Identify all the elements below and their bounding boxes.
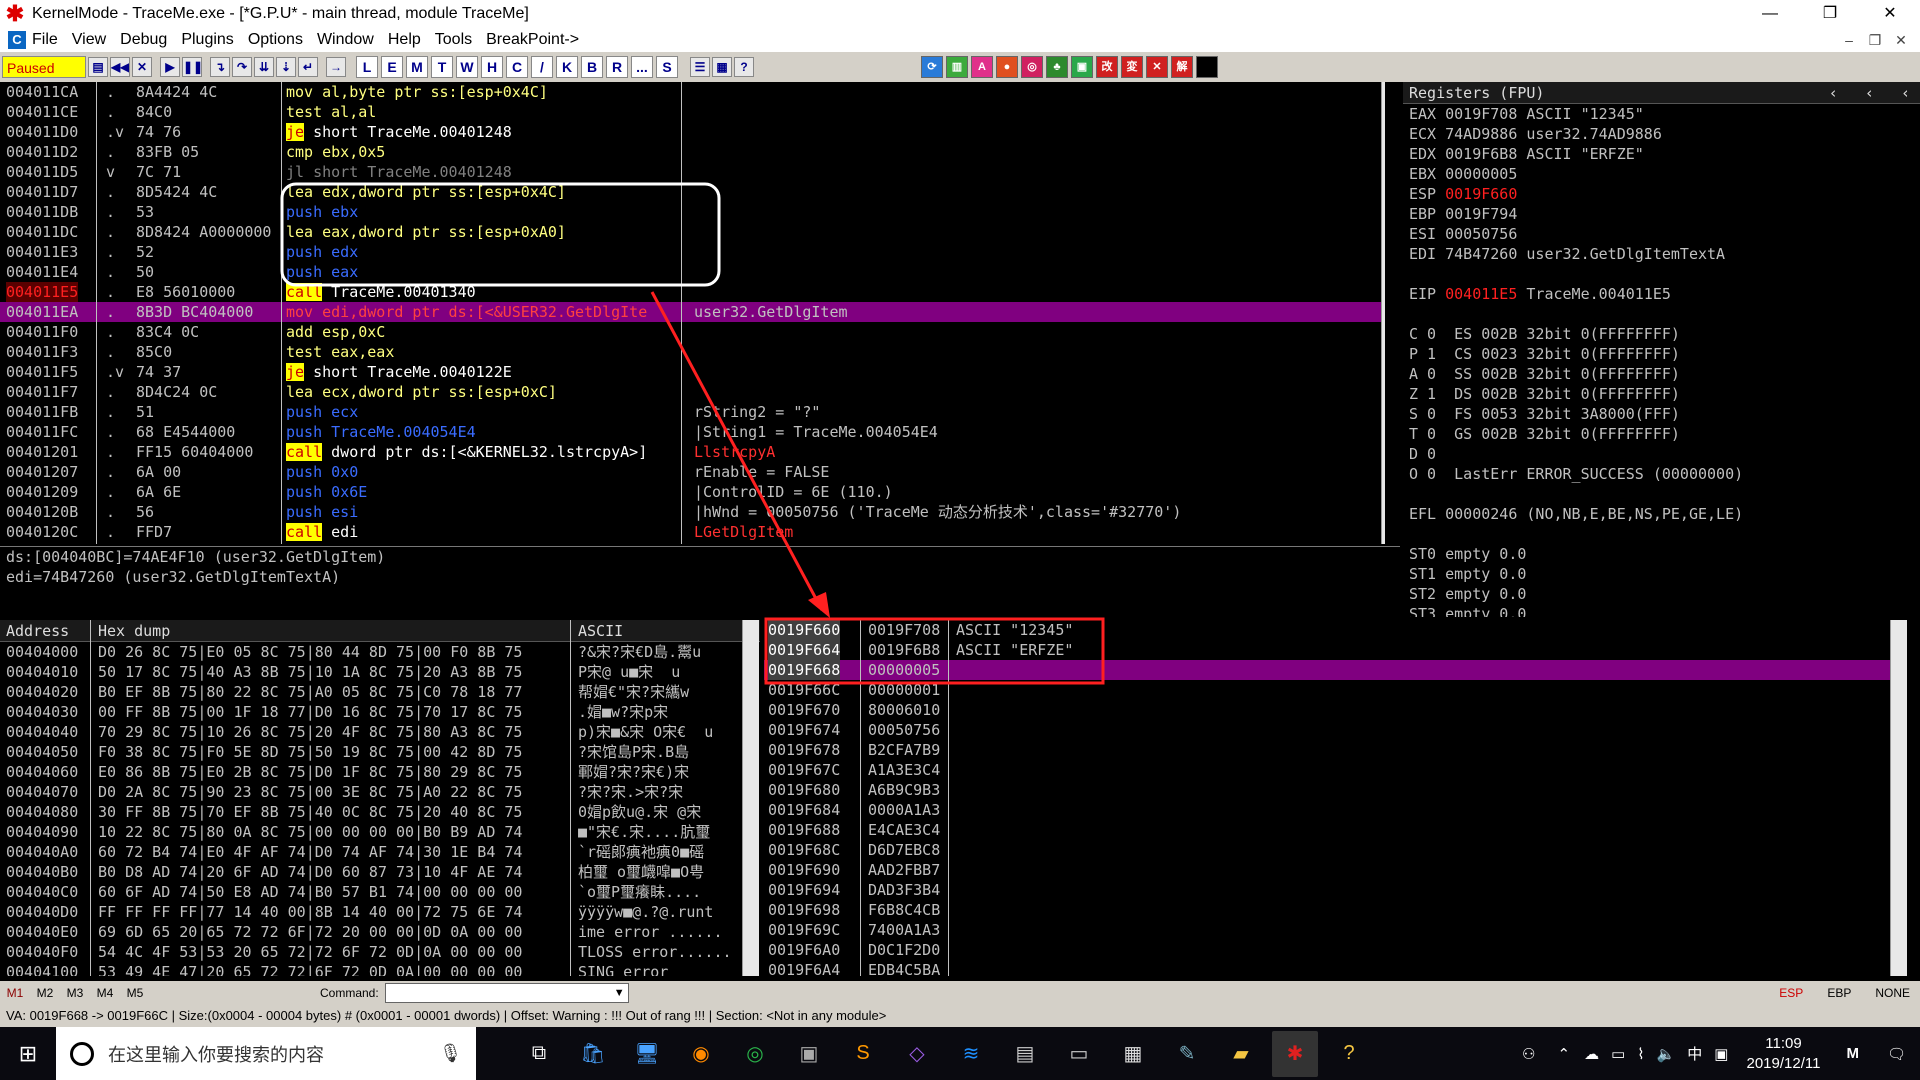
none-button[interactable]: NONE: [1875, 986, 1910, 1000]
windows-start-icon[interactable]: ⊞: [0, 1041, 56, 1067]
clock-time: 11:09: [1765, 1034, 1802, 1052]
mark-m2[interactable]: M2: [30, 986, 60, 1000]
battery-icon[interactable]: ▭: [1611, 1045, 1625, 1063]
computer-icon[interactable]: 🖥: [624, 1031, 670, 1077]
command-label: Command:: [320, 986, 379, 1000]
explorer-icon[interactable]: ▰: [1218, 1031, 1264, 1077]
vm-icon[interactable]: ▣: [786, 1031, 832, 1077]
calculator-app-icon[interactable]: ▤: [1002, 1031, 1048, 1077]
paint-icon[interactable]: ✎: [1164, 1031, 1210, 1077]
search-placeholder: 在这里输入你要搜索的内容: [108, 1044, 324, 1065]
task-view-icon[interactable]: ⧉: [516, 1031, 562, 1077]
ebp-button[interactable]: EBP: [1827, 986, 1851, 1000]
chrome-icon[interactable]: ◎: [732, 1031, 778, 1077]
volume-icon[interactable]: 🔈: [1657, 1045, 1676, 1063]
mark-m5[interactable]: M5: [120, 986, 150, 1000]
taskbar-search[interactable]: 在这里输入你要搜索的内容 🎙: [56, 1027, 476, 1080]
debugger-taskbar-icon[interactable]: ✱: [1272, 1030, 1318, 1077]
mark-m1[interactable]: M1: [0, 986, 30, 1000]
vscode-icon[interactable]: ≋: [948, 1031, 994, 1077]
clock-date: 2019/12/11: [1746, 1054, 1821, 1072]
annotation-white-box: [280, 182, 721, 287]
status-bar: VA: 0019F668 -> 0019F66C | Size:(0x0004 …: [0, 1005, 1920, 1027]
mark-m4[interactable]: M4: [90, 986, 120, 1000]
sublime-icon[interactable]: S: [840, 1031, 886, 1077]
ime-mode-icon[interactable]: ▣: [1714, 1045, 1728, 1063]
ml-icon[interactable]: M: [1846, 1045, 1859, 1062]
cloud-icon[interactable]: ☁: [1584, 1045, 1599, 1063]
clock[interactable]: 11:09 2019/12/11: [1746, 1034, 1820, 1074]
annotation-red-box: [764, 617, 1105, 685]
people-icon[interactable]: ⚇: [1522, 1045, 1535, 1063]
terminal-icon[interactable]: ▭: [1056, 1031, 1102, 1077]
command-bar: M1 M2 M3 M4 M5 Command: ▼ ESP EBP NONE: [0, 981, 1920, 1005]
store-icon[interactable]: 🛍: [570, 1031, 616, 1077]
microphone-icon[interactable]: 🎙: [439, 1043, 462, 1064]
tray-chevron-icon[interactable]: ⌃: [1558, 1045, 1571, 1063]
esp-button[interactable]: ESP: [1779, 986, 1803, 1000]
wifi-icon[interactable]: ⌇: [1637, 1045, 1644, 1063]
annotation-arrow-line: [650, 291, 824, 611]
firefox-icon[interactable]: ◉: [678, 1031, 724, 1077]
tool-icon[interactable]: ?: [1326, 1031, 1372, 1077]
calculator-icon[interactable]: ▦: [1110, 1031, 1156, 1077]
command-input[interactable]: ▼: [384, 983, 629, 1003]
taskbar: ⊞ 在这里输入你要搜索的内容 🎙 ⧉ 🛍 🖥 ◉ ◎ ▣ S ◇ ≋ ▤ ▭ ▦…: [0, 1027, 1920, 1080]
annotation-arrow-head: [808, 592, 830, 618]
chevron-down-icon[interactable]: ▼: [614, 984, 628, 1002]
cortana-icon: [70, 1041, 94, 1066]
annotation-overlay: [280, 182, 1105, 685]
notification-icon[interactable]: 🗨: [1887, 1045, 1906, 1063]
mark-m3[interactable]: M3: [60, 986, 90, 1000]
ime-indicator[interactable]: 中: [1687, 1043, 1702, 1064]
visual-studio-icon[interactable]: ◇: [894, 1031, 940, 1077]
